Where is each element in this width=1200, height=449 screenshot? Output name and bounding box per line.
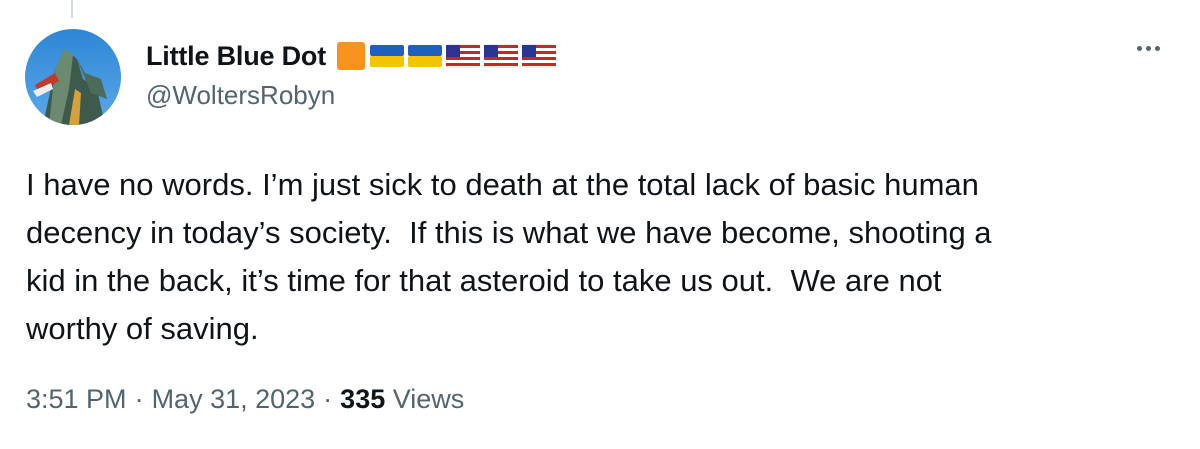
more-dot-icon: [1146, 46, 1151, 51]
avatar-image: [25, 29, 121, 125]
ukraine-flag-icon: [370, 45, 404, 67]
tweet-text: I have no words. I’m just sick to death …: [26, 167, 992, 346]
name-emoji-group: [336, 41, 556, 71]
avatar[interactable]: [25, 29, 121, 125]
us-flag-icon: [446, 44, 480, 68]
author-display-name[interactable]: Little Blue Dot: [146, 41, 326, 72]
author-name-row: Little Blue Dot: [146, 38, 556, 74]
us-flag-icon: [484, 44, 518, 68]
ukraine-flag-icon: [408, 45, 442, 67]
author-handle[interactable]: @WoltersRobyn: [146, 80, 335, 111]
views-count: 335: [340, 384, 386, 414]
more-options-button[interactable]: [1137, 46, 1160, 51]
tweet-time[interactable]: 3:51 PM: [26, 384, 127, 415]
us-flag-icon: [522, 44, 556, 68]
views-label: Views: [392, 384, 465, 414]
tweet-metadata: 3:51 PM · May 31, 2023 · 335 Views: [26, 384, 464, 415]
more-dot-icon: [1155, 46, 1160, 51]
meta-separator: ·: [134, 384, 144, 414]
orange-square-icon: [337, 42, 365, 70]
tweet-date[interactable]: May 31, 2023: [152, 384, 316, 415]
meta-separator: ·: [323, 384, 333, 414]
views-stat[interactable]: 335 Views: [340, 384, 464, 415]
thread-connector-line: [71, 0, 73, 18]
more-dot-icon: [1137, 46, 1142, 51]
